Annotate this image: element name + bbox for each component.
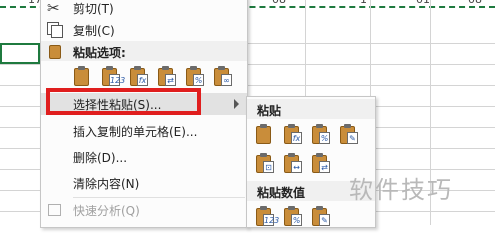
cell-value: 01 [416,0,430,6]
submenu-header-label: 粘贴数值 [257,186,306,200]
paste-options-header: 粘贴选项: [41,41,247,61]
paste-icon[interactable] [73,65,93,87]
paste-formulas-number-format-icon[interactable]: % [311,123,331,145]
submenu-header-label: 粘贴 [257,104,282,118]
cell-value: 08 [272,0,286,6]
paste-transpose-icon[interactable]: ⇄ [311,152,331,174]
paste-values-source-format-icon[interactable]: ✎ [311,205,331,227]
paste-values-icons-row: 123 % ✎ [255,205,331,227]
menu-item-insert-copied-cells[interactable]: 插入复制的单元格(E)... [41,120,247,142]
paste-values-number-format-icon[interactable]: % [283,205,303,227]
cell-value: 08 [468,0,482,6]
paste-formatting-icon[interactable]: % [185,65,205,87]
paste-formulas-icon[interactable]: fx [129,65,149,87]
menu-item-cut[interactable]: ✂ 剪切(T) [41,0,247,19]
menu-item-label: 剪切(T) [73,1,114,16]
menu-item-label: 插入复制的单元格(E)... [73,124,198,139]
submenu-header-paste: 粘贴 [247,99,375,119]
paste-values-icon[interactable]: 123 [101,65,125,87]
menu-item-delete[interactable]: 删除(D)... [41,146,247,168]
highlight-box [46,88,201,115]
chevron-right-icon [234,99,239,109]
paste-icon[interactable] [255,123,275,145]
paste-no-borders-icon[interactable]: ⊡ [255,152,275,174]
copy-icon [47,22,63,38]
selected-cell[interactable] [0,43,40,64]
menu-separator [73,197,245,198]
scissors-icon: ✂ [47,0,60,17]
menu-item-quick-analysis: 快速分析(Q) [41,199,247,221]
paste-icons-row-2: ⊡ ↔ ⇄ [255,152,331,174]
watermark: 软件技巧 [349,176,453,204]
clipboard-icon [47,43,63,59]
cell-value: 1 [360,0,367,6]
paste-options-label: 粘贴选项: [73,46,126,60]
menu-item-label: 清除内容(N) [73,176,140,191]
paste-keep-column-widths-icon[interactable]: ↔ [283,152,303,174]
paste-special-submenu: 粘贴 fx % ✎ ⊡ ↔ ⇄ 粘贴数值 123 % ✎ [246,96,376,228]
paste-transpose-icon[interactable]: ⇄ [157,65,177,87]
menu-item-label: 删除(D)... [73,150,128,165]
paste-link-icon[interactable]: ∞ [213,65,233,87]
menu-item-copy[interactable]: 复制(C) [41,19,247,41]
paste-options-icons: 123 fx ⇄ % ∞ [73,65,233,87]
paste-icons-row-1: fx % ✎ [255,123,359,145]
paste-values-icon[interactable]: 123 [255,205,279,227]
menu-item-clear-contents[interactable]: 清除内容(N) [41,172,247,194]
paste-keep-source-format-icon[interactable]: ✎ [339,123,359,145]
menu-item-label: 复制(C) [73,23,115,38]
paste-formulas-icon[interactable]: fx [283,123,303,145]
menu-item-label: 快速分析(Q) [73,203,140,218]
quick-analysis-icon [47,202,63,218]
